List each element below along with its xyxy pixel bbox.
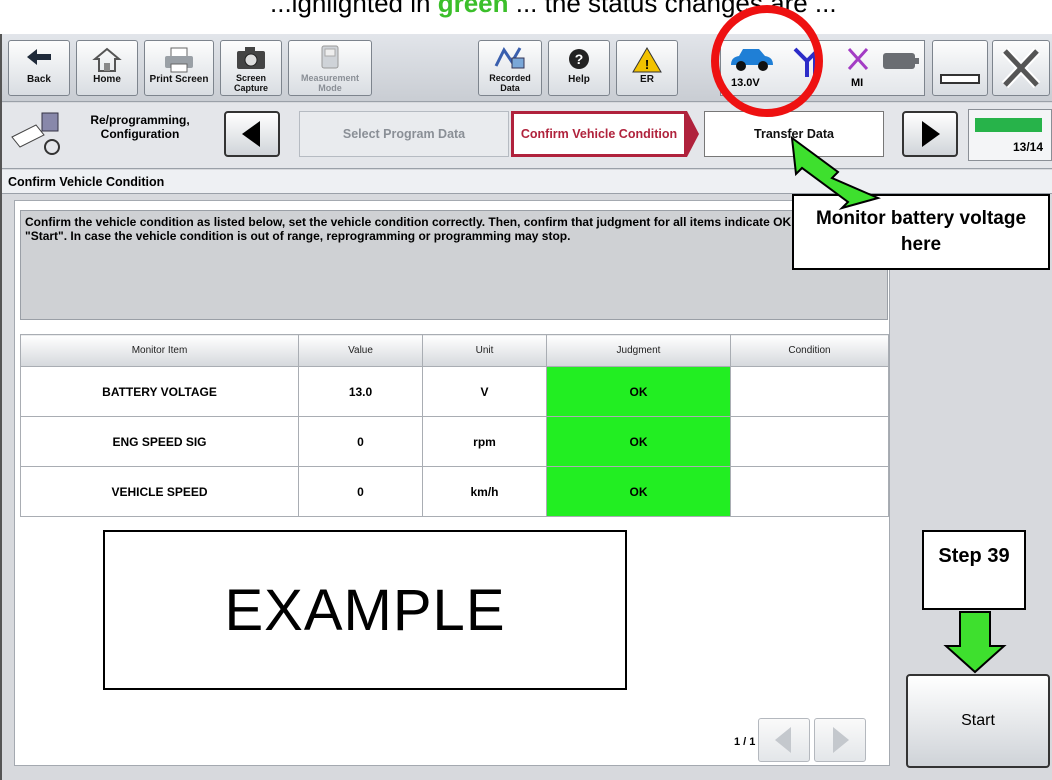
cell-item: BATTERY VOLTAGE [20,366,299,417]
mi-cross-icon [847,47,869,71]
cell-item: ENG SPEED SIG [20,416,299,467]
car-icon [731,49,773,71]
battery-voltage-readout: 13.0V [731,77,760,89]
previous-step-button[interactable] [224,111,280,157]
cell-judgment: OK [546,466,731,517]
signal-icon [793,47,821,77]
progress-bar [975,118,1042,132]
next-step-button[interactable] [902,111,958,157]
table-row: ENG SPEED SIG 0 rpm OK [20,416,889,467]
triangle-left-icon [242,121,260,147]
breadcrumb: Re/programming, Configuration Select Pro… [2,103,1052,169]
table-row: BATTERY VOLTAGE 13.0 V OK [20,366,889,417]
back-button[interactable]: Back [8,40,70,96]
header-judgment: Judgment [546,334,731,367]
cell-value: 13.0 [298,366,423,417]
cell-condition [730,366,889,417]
step-select-program-data: Select Program Data [299,111,509,157]
cell-judgment: OK [546,416,731,467]
cell-condition [730,416,889,467]
page-indicator: 1 / 1 [734,736,756,748]
step-transfer-data: Transfer Data [704,111,884,157]
cell-unit: km/h [422,466,547,517]
print-screen-button[interactable]: Print Screen [144,40,214,96]
header-value: Value [298,334,423,367]
svg-text:?: ? [575,51,584,67]
triangle-right-icon [833,727,849,753]
instruction-text: Confirm the vehicle condition as listed … [20,210,888,320]
home-icon [92,47,122,72]
header-monitor-item: Monitor Item [20,334,299,367]
breadcrumb-root: Re/programming, Configuration [90,113,190,141]
recorded-data-button[interactable]: Recorded Data [478,40,542,96]
recorded-data-icon [494,47,525,69]
battery-icon [883,53,919,69]
help-icon: ? [569,49,589,69]
cell-judgment: OK [546,366,731,417]
er-button[interactable]: ! ER [616,40,678,96]
cell-unit: rpm [422,416,547,467]
cell-unit: V [422,366,547,417]
clipped-heading: ...ighlighted in green ... the status ch… [270,0,837,18]
section-title: Confirm Vehicle Condition [2,170,1052,194]
cell-condition [730,466,889,517]
table-header-row: Monitor Item Value Unit Judgment Conditi… [20,334,889,367]
reprogramming-icon [11,112,60,155]
start-button[interactable]: Start [906,674,1050,768]
minimize-icon [940,74,980,84]
home-button[interactable]: Home [76,40,138,96]
svg-text:!: ! [645,57,649,72]
page-prev-button[interactable] [758,718,810,762]
callout-monitor-battery: Monitor battery voltage here [792,194,1050,270]
warning-icon: ! [632,47,662,73]
close-button[interactable] [992,40,1050,96]
measurement-icon [321,45,339,69]
step-progress: 13/14 [968,109,1052,161]
camera-icon [237,47,265,69]
triangle-left-icon [775,727,791,753]
header-condition: Condition [730,334,889,367]
table-row: VEHICLE SPEED 0 km/h OK [20,466,889,517]
cell-value: 0 [298,416,423,467]
example-watermark: EXAMPLE [103,530,627,690]
page-next-button[interactable] [814,718,866,762]
screen-capture-button[interactable]: Screen Capture [220,40,282,96]
header-unit: Unit [422,334,547,367]
step-separator-icon [687,111,699,157]
cell-item: VEHICLE SPEED [20,466,299,517]
toolbar: Back Home Print Screen Screen Capture Me… [2,34,1052,102]
cell-value: 0 [298,466,423,517]
step-confirm-vehicle-condition: Confirm Vehicle Condition [511,111,687,157]
step-label: Step 39 [922,530,1026,610]
close-icon [1001,47,1041,89]
vehicle-status-panel: 13.0V MI [720,40,925,96]
printer-icon [165,47,193,73]
monitor-table: Monitor Item Value Unit Judgment Conditi… [20,334,889,517]
back-arrow-icon [27,49,51,65]
triangle-right-icon [922,121,940,147]
help-button[interactable]: ? Help [548,40,610,96]
measurement-mode-button[interactable]: Measurement Mode [288,40,372,96]
minimize-button[interactable] [932,40,988,96]
